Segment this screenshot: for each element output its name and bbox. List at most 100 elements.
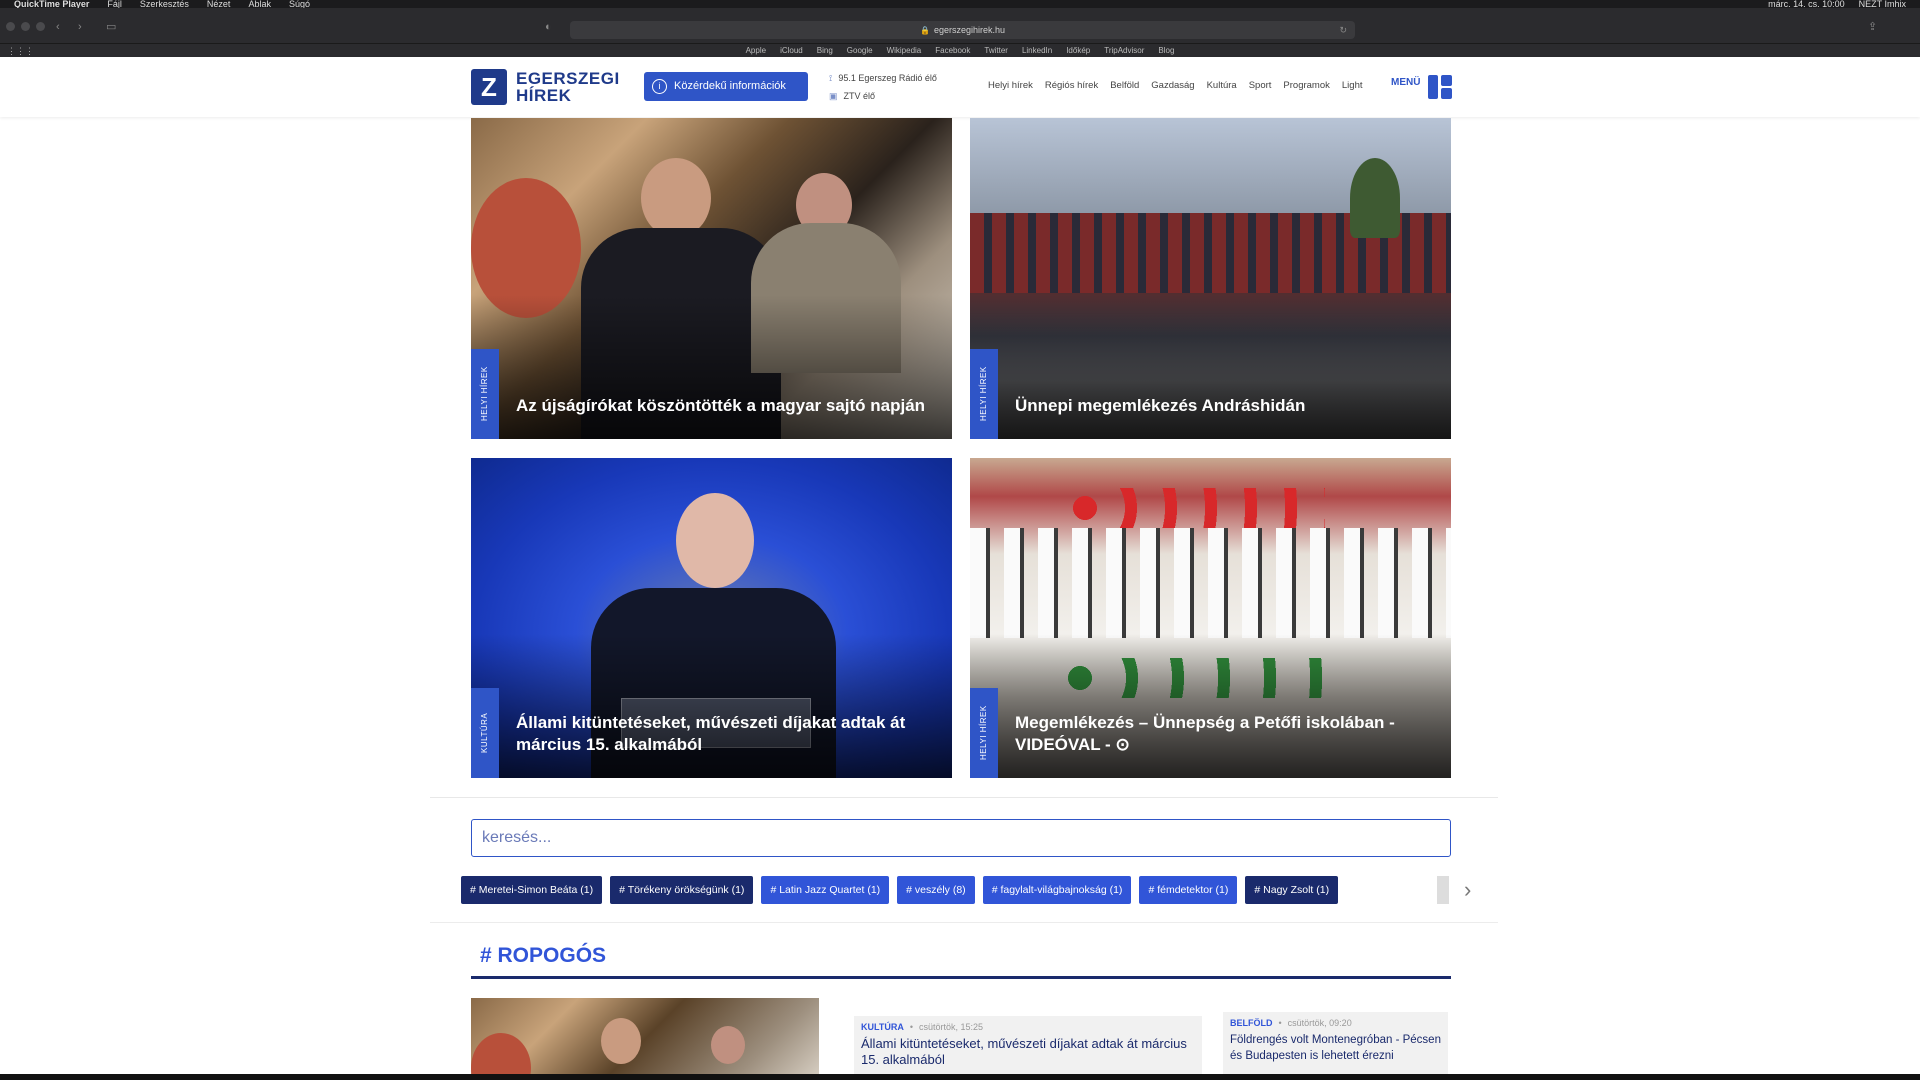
grid-icon[interactable]: ⋮⋮⋮ <box>7 46 34 57</box>
featured-card[interactable]: HELYI HÍREK Ünnepi megemlékezés Andráshi… <box>970 118 1451 439</box>
shield-icon[interactable]: ◐ <box>545 20 552 34</box>
tag-chip[interactable]: # Nagy Zsolt (1) <box>1245 876 1339 904</box>
news-meta: BELFÖLD • csütörtök, 09:20 <box>1230 1018 1441 1028</box>
tv-live-label: ZTV élő <box>843 91 876 101</box>
tag-chip[interactable]: # Meretei-Simon Beáta (1) <box>461 876 603 904</box>
menu-grid-icon[interactable] <box>1428 75 1452 99</box>
share-icon[interactable]: ⇪ <box>1868 20 1877 34</box>
news-headline[interactable]: Állami kitüntetéseket, művészeti díjakat… <box>861 1036 1195 1068</box>
favorite-link[interactable]: Időkép <box>1066 46 1090 55</box>
mac-menubar: QuickTime Player Fájl Szerkesztés Nézet … <box>0 0 1920 8</box>
featured-card[interactable]: HELYI HÍREK Az újságírókat köszöntötték … <box>471 118 952 439</box>
live-links: ⟟ 95.1 Egerszeg Rádió élő ▣ ZTV élő <box>829 69 937 105</box>
favorite-link[interactable]: Google <box>847 46 873 55</box>
photo-person <box>711 1026 745 1064</box>
nav-item-kultura[interactable]: Kultúra <box>1207 80 1237 91</box>
favorite-link[interactable]: Apple <box>746 46 766 55</box>
card-title[interactable]: Ünnepi megemlékezés Andráshidán <box>1015 395 1431 417</box>
card-title[interactable]: Az újságírókat köszöntötték a magyar saj… <box>516 395 932 417</box>
search-input[interactable]: keresés... <box>471 819 1451 857</box>
chevron-right-icon[interactable]: › <box>1464 876 1471 904</box>
address-bar[interactable]: 🔒 egerszegihirek.hu ↻ <box>570 21 1355 39</box>
card-shade <box>970 634 1451 778</box>
tag-chip[interactable]: # fémdetektor (1) <box>1139 876 1238 904</box>
dot-separator: • <box>909 1022 913 1032</box>
menu-item[interactable]: Szerkesztés <box>140 0 189 8</box>
reload-icon[interactable]: ↻ <box>1339 21 1347 39</box>
favorite-link[interactable]: TripAdvisor <box>1104 46 1144 55</box>
favorite-link[interactable]: Bing <box>817 46 833 55</box>
nav-item-gazdasag[interactable]: Gazdaság <box>1151 80 1194 91</box>
news-thumbnail[interactable] <box>471 998 819 1080</box>
sidebar-icon[interactable]: ▭ <box>106 20 116 34</box>
category-tag[interactable]: HELYI HÍREK <box>970 349 998 439</box>
radio-live-link[interactable]: ⟟ 95.1 Egerszeg Rádió élő <box>829 69 937 87</box>
info-icon: i <box>652 79 667 94</box>
tag-chip[interactable]: # Latin Jazz Quartet (1) <box>761 876 890 904</box>
photo-person <box>601 1018 641 1064</box>
photo-person <box>471 1033 531 1080</box>
category-tag[interactable]: HELYI HÍREK <box>471 349 499 439</box>
zoom-window-button[interactable] <box>36 22 45 31</box>
card-title[interactable]: Megemlékezés – Ünnepség a Petőfi iskoláb… <box>1015 712 1431 756</box>
favorite-link[interactable]: LinkedIn <box>1022 46 1052 55</box>
tag-chip[interactable]: # Törékeny örökségünk (1) <box>610 876 754 904</box>
app-name[interactable]: QuickTime Player <box>14 0 89 8</box>
news-item[interactable]: BELFÖLD • csütörtök, 09:20 Földrengés volt… <box>1223 1012 1448 1080</box>
category-tag[interactable]: HELYI HÍREK <box>970 688 998 778</box>
back-icon[interactable]: ‹ <box>56 20 60 34</box>
photo-tree <box>1350 158 1400 238</box>
favorite-link[interactable]: Twitter <box>984 46 1008 55</box>
menu-item[interactable]: Fájl <box>107 0 122 8</box>
close-window-button[interactable] <box>6 22 15 31</box>
main-nav: Helyi hírek Régiós hírek Belföld Gazdasá… <box>988 80 1363 91</box>
news-category[interactable]: BELFÖLD <box>1230 1018 1273 1028</box>
news-headline[interactable]: Földrengés volt Montenegróban - Pécsen é… <box>1230 1032 1441 1064</box>
favorite-link[interactable]: Blog <box>1158 46 1174 55</box>
card-title[interactable]: Állami kitüntetéseket, művészeti díjakat… <box>516 712 932 756</box>
player-bottom-bar <box>0 1074 1920 1080</box>
featured-card[interactable]: KULTÚRA Állami kitüntetéseket, művészeti… <box>471 458 952 778</box>
url-text: egerszegihirek.hu <box>933 25 1005 35</box>
favorite-link[interactable]: iCloud <box>780 46 803 55</box>
minimize-window-button[interactable] <box>21 22 30 31</box>
menu-button[interactable]: MENÜ <box>1391 77 1420 88</box>
section-rule <box>471 976 1451 979</box>
favorites-bar: ⋮⋮⋮ Apple iCloud Bing Google Wikipedia F… <box>0 44 1920 57</box>
tag-chip[interactable]: # veszély (8) <box>897 876 975 904</box>
card-shade <box>471 294 952 439</box>
news-category[interactable]: KULTÚRA <box>861 1022 904 1032</box>
user-name[interactable]: NÉZT Imhix <box>1859 0 1906 8</box>
news-item[interactable]: KULTÚRA • csütörtök, 15:25 Állami kitüntet… <box>854 1016 1202 1080</box>
nav-item-helyi-hirek[interactable]: Helyi hírek <box>988 80 1033 91</box>
site-logo[interactable]: EGERSZEGI HÍREK <box>516 70 620 104</box>
nav-item-programok[interactable]: Programok <box>1283 80 1329 91</box>
nav-item-regios-hirek[interactable]: Régiós hírek <box>1045 80 1098 91</box>
logo-line1: EGERSZEGI <box>516 69 620 88</box>
menu-item[interactable]: Ablak <box>248 0 271 8</box>
tag-chip[interactable]: # fagylalt-világbajnokság (1) <box>982 876 1132 904</box>
nav-item-sport[interactable]: Sport <box>1249 80 1272 91</box>
nav-item-light[interactable]: Light <box>1342 80 1363 91</box>
forward-icon[interactable]: › <box>78 20 82 34</box>
section-title[interactable]: # ROPOGÓS <box>480 944 606 968</box>
clock[interactable]: márc. 14. cs. 10:00 <box>1768 0 1845 8</box>
news-meta: KULTÚRA • csütörtök, 15:25 <box>861 1022 1195 1032</box>
screen: QuickTime Player Fájl Szerkesztés Nézet … <box>0 0 1920 1080</box>
tag-chip-partial[interactable] <box>1437 876 1449 904</box>
category-tag[interactable]: KULTÚRA <box>471 688 499 778</box>
nav-item-belfold[interactable]: Belföld <box>1110 80 1139 91</box>
public-info-button[interactable]: i Közérdekű információk <box>644 72 808 101</box>
menu-item[interactable]: Súgó <box>289 0 310 8</box>
favorite-link[interactable]: Wikipedia <box>887 46 922 55</box>
browser-toolbar: ‹ › ▭ ◐ 🔒 egerszegihirek.hu ↻ ⇪ <box>0 8 1920 44</box>
menu-item[interactable]: Nézet <box>207 0 231 8</box>
news-time: csütörtök, 09:20 <box>1287 1018 1352 1028</box>
logo-mark-icon[interactable]: Z <box>471 69 507 105</box>
favorite-link[interactable]: Facebook <box>935 46 970 55</box>
dot-separator: • <box>1278 1018 1282 1028</box>
featured-card[interactable]: HELYI HÍREK Megemlékezés – Ünnepség a Pe… <box>970 458 1451 778</box>
card-title-text: Megemlékezés – Ünnepség a Petőfi iskoláb… <box>1015 713 1395 754</box>
tv-live-link[interactable]: ▣ ZTV élő <box>829 87 937 105</box>
logo-line2: HÍREK <box>516 86 572 105</box>
